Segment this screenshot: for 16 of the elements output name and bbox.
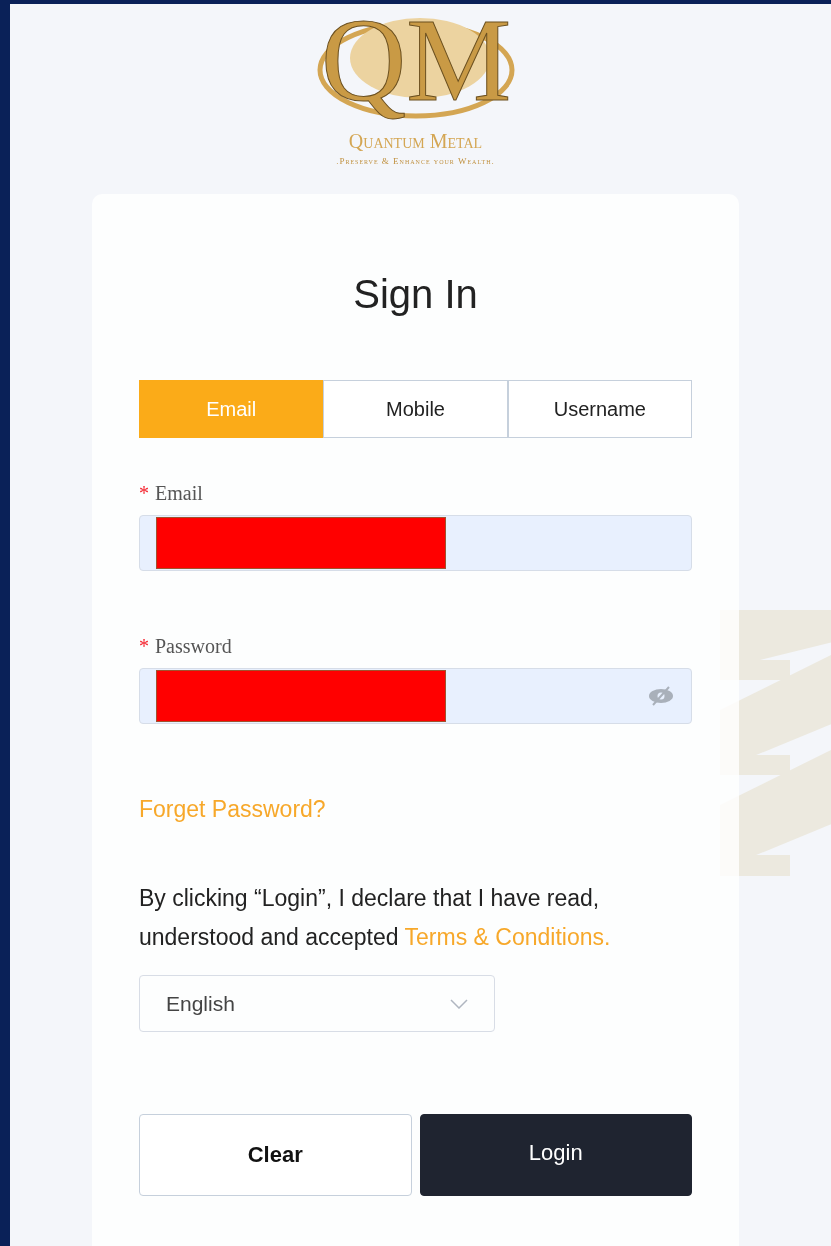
- required-marker: *: [139, 634, 149, 659]
- logo-name: Quantum Metal: [348, 130, 483, 152]
- password-field[interactable]: [139, 668, 692, 724]
- consent-text: By clicking “Login”, I declare that I have read, understood and accepted Terms & Conditions.: [139, 884, 612, 952]
- field-label: Password: [155, 634, 232, 659]
- clear-button[interactable]: Clear: [139, 1114, 412, 1196]
- login-method-tab[interactable]: Username: [507, 380, 692, 438]
- sign-in-title: Sign In: [353, 271, 478, 318]
- email-field[interactable]: [139, 515, 692, 571]
- login-method-tab[interactable]: Mobile: [323, 380, 508, 438]
- required-marker: *: [139, 481, 149, 506]
- field-label: Email: [155, 481, 203, 506]
- chevron-down-icon: [450, 998, 468, 1009]
- language-select[interactable]: English: [139, 975, 495, 1032]
- login-button[interactable]: Login: [419, 1114, 692, 1196]
- logo-tagline: .Preserve & Enhance your Wealth.: [336, 156, 495, 166]
